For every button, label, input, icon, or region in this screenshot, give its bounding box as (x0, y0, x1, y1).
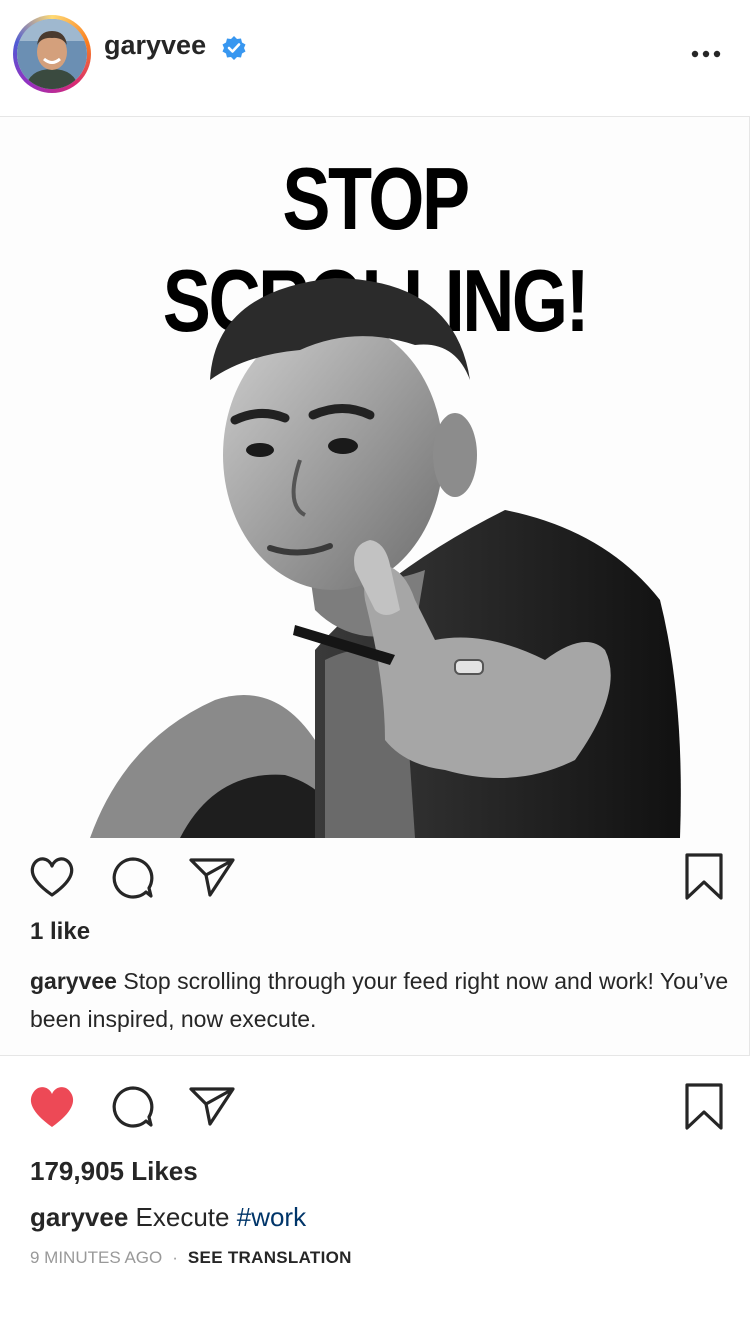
post-image-caption-username: garyvee (30, 968, 117, 994)
post-image-caption: garyvee Stop scrolling through your feed… (30, 962, 730, 1038)
caption-username[interactable]: garyvee (30, 1202, 128, 1232)
header-username[interactable]: garyvee (104, 30, 206, 61)
timestamp: 9 MINUTES AGO (30, 1248, 163, 1267)
more-horizontal-icon[interactable] (690, 42, 722, 66)
share-icon[interactable] (188, 1084, 236, 1128)
hashtag-link[interactable]: #work (237, 1202, 306, 1232)
verified-badge-icon (222, 36, 246, 60)
likes-count[interactable]: 179,905 Likes (30, 1156, 198, 1187)
heart-outline-icon (30, 857, 74, 897)
comment-icon (112, 857, 154, 899)
post-image-caption-text: Stop scrolling through your feed right n… (30, 968, 729, 1032)
bookmark-icon (685, 853, 723, 900)
meta-separator: · (172, 1248, 178, 1267)
avatar-photo (17, 19, 87, 89)
share-icon (189, 858, 235, 897)
post-caption: garyvee Execute #work (30, 1202, 306, 1233)
post-header: garyvee (0, 0, 750, 108)
person-pointing-photo (90, 278, 681, 838)
avatar[interactable] (13, 15, 91, 93)
comment-icon[interactable] (110, 1084, 156, 1130)
post-image-likes: 1 like (30, 918, 91, 945)
post-action-row (0, 1082, 750, 1142)
caption-text: Execute (135, 1202, 230, 1232)
post-image-action-row (0, 850, 750, 910)
post-meta: 9 MINUTES AGO · SEE TRANSLATION (30, 1248, 352, 1268)
see-translation-link[interactable]: SEE TRANSLATION (188, 1248, 352, 1267)
bookmark-icon[interactable] (684, 1082, 724, 1132)
heart-filled-icon[interactable] (28, 1084, 76, 1130)
